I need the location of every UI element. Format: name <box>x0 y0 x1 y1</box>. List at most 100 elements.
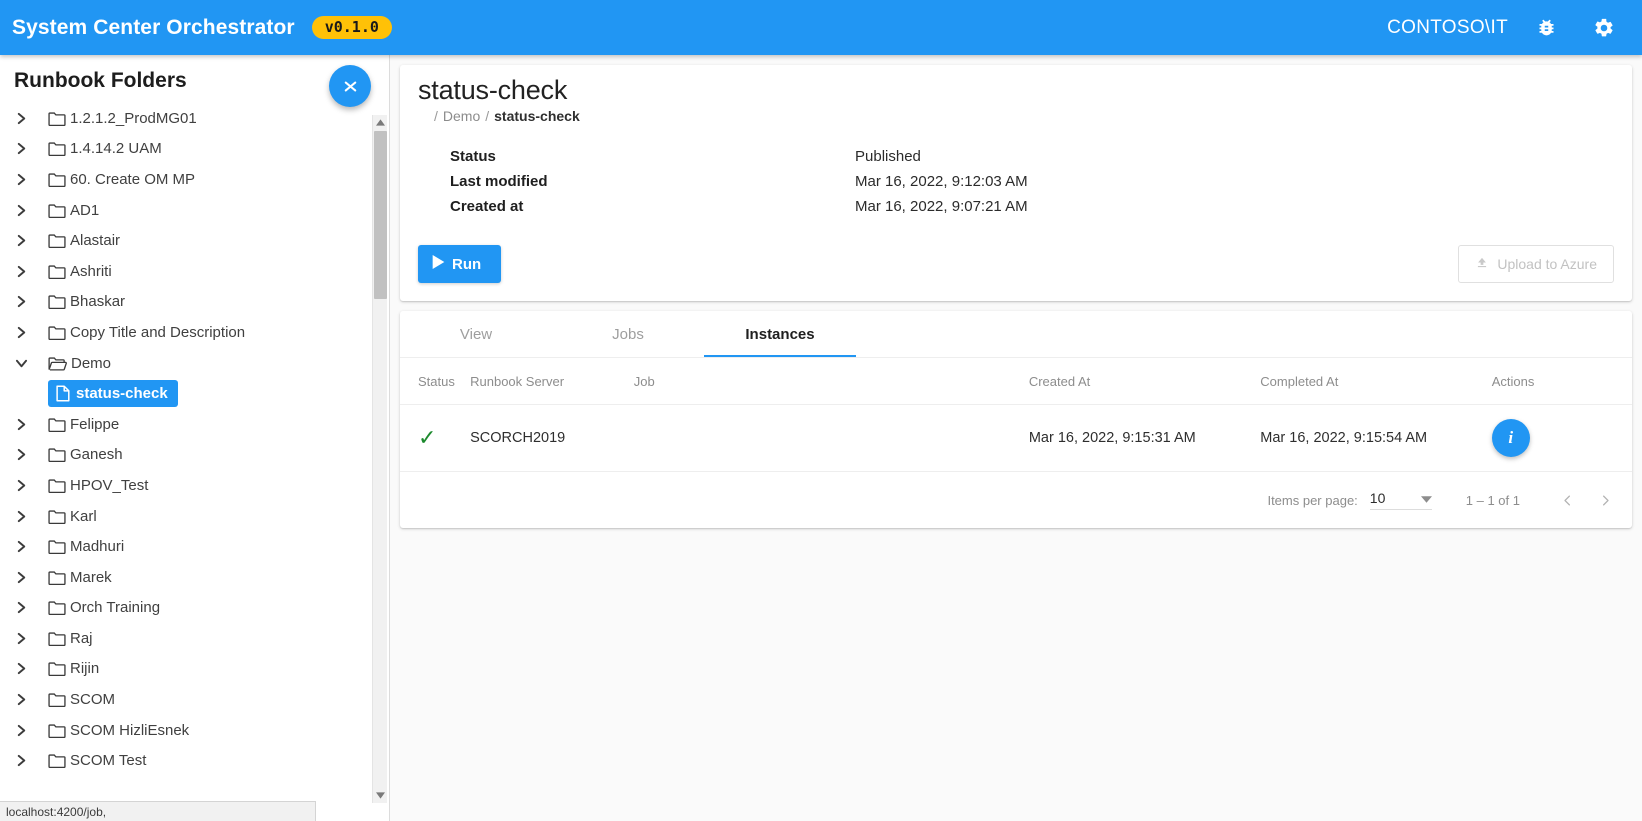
chevron-right-icon[interactable] <box>8 448 34 461</box>
tree-folder-scom-hizliesnek[interactable]: SCOM HizliEsnek <box>0 715 372 746</box>
page-title: status-check <box>418 75 1614 106</box>
tree-folder-label: 1.2.1.2_ProdMG01 <box>70 110 197 127</box>
folder-icon <box>48 600 66 615</box>
info-icon[interactable]: i <box>1492 419 1530 457</box>
tree-runbook-status-check[interactable]: status-check <box>48 380 178 407</box>
chevron-right-icon[interactable] <box>8 112 34 125</box>
upload-icon <box>1475 255 1489 273</box>
tree-folder-ganesh[interactable]: Ganesh <box>0 440 372 471</box>
chevron-right-icon[interactable] <box>8 632 34 645</box>
chevron-right-icon[interactable] <box>8 662 34 675</box>
breadcrumb-folder-link[interactable]: Demo <box>443 108 480 124</box>
upload-button-label: Upload to Azure <box>1497 256 1597 272</box>
chevron-right-icon[interactable] <box>8 601 34 614</box>
column-header-actions: Actions <box>1492 358 1632 405</box>
tree-folder-label: Orch Training <box>70 599 160 616</box>
chevron-right-icon[interactable] <box>8 173 34 186</box>
tree-folder-orch-training[interactable]: Orch Training <box>0 593 372 624</box>
chevron-right-icon[interactable] <box>8 142 34 155</box>
collapse-all-button[interactable] <box>329 65 371 107</box>
tree-folder-label: HPOV_Test <box>70 477 148 494</box>
run-button-label: Run <box>452 256 481 273</box>
tree-folder-1-2-1-2-prodmg01[interactable]: 1.2.1.2_ProdMG01 <box>0 103 372 134</box>
tree-folder-raj[interactable]: Raj <box>0 623 372 654</box>
tree-folder-rijin[interactable]: Rijin <box>0 654 372 685</box>
run-button[interactable]: Run <box>418 245 501 283</box>
instances-table-body: ✓ SCORCH2019 Mar 16, 2022, 9:15:31 AMMar 1… <box>400 405 1632 472</box>
folder-icon <box>48 172 66 187</box>
folder-icon <box>48 203 66 218</box>
tree-folder-label: SCOM Test <box>70 752 146 769</box>
tree-folder-felippe[interactable]: Felippe <box>0 409 372 440</box>
chevron-down-icon[interactable] <box>8 358 34 369</box>
chevron-right-icon[interactable] <box>8 724 34 737</box>
column-header-status: Status <box>400 358 470 405</box>
tree-folder-1-4-14-2-uam[interactable]: 1.4.14.2 UAM <box>0 134 372 165</box>
tree-folder-scom-test[interactable]: SCOM Test <box>0 745 372 776</box>
chevron-right-icon[interactable] <box>8 204 34 217</box>
tree-folder-label: Marek <box>70 569 112 586</box>
chevron-right-icon[interactable] <box>8 693 34 706</box>
scroll-up-arrow-icon[interactable] <box>373 115 388 130</box>
chevron-right-icon[interactable] <box>8 326 34 339</box>
folder-icon <box>48 141 66 156</box>
items-per-page-select[interactable]: 10 <box>1370 490 1432 510</box>
chevron-right-icon[interactable] <box>8 295 34 308</box>
items-per-page-value: 10 <box>1370 490 1386 506</box>
table-row: ✓ SCORCH2019 Mar 16, 2022, 9:15:31 AMMar 1… <box>400 405 1632 472</box>
tab-jobs[interactable]: Jobs <box>552 311 704 357</box>
tree-folder-ad1[interactable]: AD1 <box>0 195 372 226</box>
sidebar-scrollbar[interactable] <box>372 115 387 803</box>
chevron-right-icon[interactable] <box>8 540 34 553</box>
tab-instances[interactable]: Instances <box>704 311 856 357</box>
chevron-right-icon[interactable] <box>8 265 34 278</box>
chevron-right-icon[interactable] <box>8 418 34 431</box>
scrollbar-thumb[interactable] <box>374 131 387 299</box>
bug-icon[interactable] <box>1526 8 1566 48</box>
tree-folder-hpov-test[interactable]: HPOV_Test <box>0 470 372 501</box>
folder-icon <box>48 661 66 676</box>
runbook-folder-tree: 1.2.1.2_ProdMG01 1.4.14.2 UAM 60. Create O… <box>0 103 372 803</box>
tree-folder-label: 1.4.14.2 UAM <box>70 140 162 157</box>
cell-created-at: Mar 16, 2022, 9:15:31 AM <box>1029 405 1260 472</box>
main-content: status-check / Demo / status-check Statu… <box>390 55 1642 821</box>
next-page-button[interactable] <box>1586 481 1624 519</box>
gear-icon[interactable] <box>1584 8 1624 48</box>
folder-icon <box>48 294 66 309</box>
tree-folder-label: SCOM HizliEsnek <box>70 722 189 739</box>
chevron-right-icon[interactable] <box>8 571 34 584</box>
tree-folder-scom[interactable]: SCOM <box>0 684 372 715</box>
tree-folder-demo[interactable]: Demo <box>0 348 372 379</box>
chevron-right-icon[interactable] <box>8 479 34 492</box>
tree-folder-karl[interactable]: Karl <box>0 501 372 532</box>
tree-folder-alastair[interactable]: Alastair <box>0 225 372 256</box>
folder-icon <box>48 264 66 279</box>
previous-page-button[interactable] <box>1548 481 1586 519</box>
tree-folder-copy-title-and-description[interactable]: Copy Title and Description <box>0 317 372 348</box>
upload-to-azure-button[interactable]: Upload to Azure <box>1458 245 1614 283</box>
table-header-row: Status Runbook Server Job Created At Com… <box>400 358 1632 405</box>
tree-folder-marek[interactable]: Marek <box>0 562 372 593</box>
tree-folder-madhuri[interactable]: Madhuri <box>0 531 372 562</box>
version-badge: v0.1.0 <box>312 16 392 39</box>
cell-runbook-server: SCORCH2019 <box>470 405 634 472</box>
tree-folder-label: 60. Create OM MP <box>70 171 195 188</box>
cell-completed-at: Mar 16, 2022, 9:15:54 AM <box>1260 405 1491 472</box>
scroll-down-arrow-icon[interactable] <box>373 788 388 803</box>
chevron-right-icon[interactable] <box>8 754 34 767</box>
chevron-right-icon[interactable] <box>8 510 34 523</box>
tree-folder-label: Madhuri <box>70 538 124 555</box>
breadcrumb-separator: / <box>485 108 489 124</box>
tree-folder-bhaskar[interactable]: Bhaskar <box>0 287 372 318</box>
tree-folder-ashriti[interactable]: Ashriti <box>0 256 372 287</box>
tree-folder-label: SCOM <box>70 691 115 708</box>
cell-status: ✓ <box>400 405 470 472</box>
tree-folder-60-create-om-mp[interactable]: 60. Create OM MP <box>0 164 372 195</box>
folder-icon <box>48 753 66 768</box>
chevron-right-icon[interactable] <box>8 234 34 247</box>
tab-view[interactable]: View <box>400 311 552 357</box>
metadata-value: Mar 16, 2022, 9:12:03 AM <box>855 169 1028 194</box>
tree-folder-label: Raj <box>70 630 93 647</box>
runbook-detail-card: status-check / Demo / status-check Statu… <box>400 65 1632 301</box>
check-icon: ✓ <box>418 425 436 450</box>
